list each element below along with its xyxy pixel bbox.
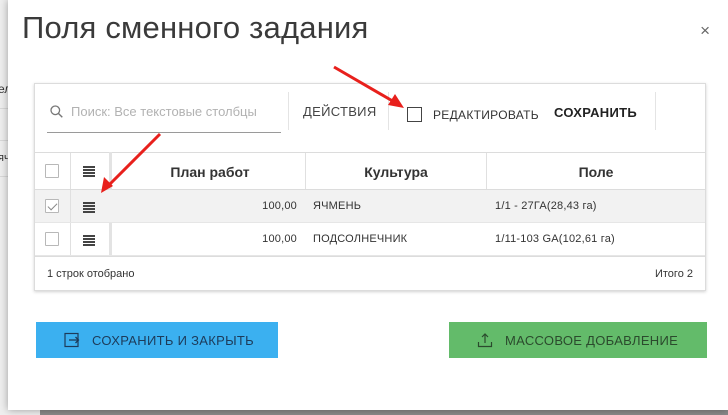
column-divider (70, 153, 71, 189)
close-icon[interactable]: × (700, 22, 710, 39)
cell-field: 1/11-103 GA(102,61 га) (495, 233, 615, 245)
grid-header-row: План работ Культура Поле (35, 152, 705, 190)
cell-plan: 100,00 (262, 233, 297, 245)
column-header-plan[interactable]: План работ (115, 164, 305, 180)
toolbar-divider (288, 92, 289, 130)
save-and-close-label: СОХРАНИТЬ И ЗАКРЫТЬ (92, 333, 254, 348)
menu-lines-icon[interactable] (83, 166, 95, 177)
column-divider (70, 223, 71, 255)
upload-icon (477, 333, 493, 348)
column-divider (70, 190, 71, 222)
fields-grid: ДЕЙСТВИЯ РЕДАКТИРОВАТЬ СОХРАНИТЬ План ра… (34, 83, 706, 291)
select-all-checkbox[interactable] (45, 164, 59, 178)
row-checkbox[interactable] (45, 199, 59, 213)
selected-count-text: 1 строк отобрано (47, 268, 135, 280)
grid-toolbar: ДЕЙСТВИЯ РЕДАКТИРОВАТЬ СОХРАНИТЬ (35, 84, 705, 152)
edit-checkbox-label: РЕДАКТИРОВАТЬ (433, 108, 539, 122)
mass-add-button[interactable]: МАССОВОЕ ДОБАВЛЕНИЕ (449, 322, 707, 358)
shift-task-fields-dialog: Поля сменного задания × ДЕЙСТВИЯ РЕДАКТИ… (8, 0, 728, 410)
cell-field: 1/1 - 27ГА(28,43 га) (495, 200, 597, 212)
cell-plan: 100,00 (262, 200, 297, 212)
total-count-text: Итого 2 (654, 268, 693, 280)
save-and-close-button[interactable]: СОХРАНИТЬ И ЗАКРЫТЬ (36, 322, 278, 358)
table-row[interactable]: 100,00 ПОДСОЛНЕЧНИК 1/11-103 GA(102,61 г… (35, 223, 705, 256)
exit-to-app-icon (64, 332, 80, 348)
dialog-title: Поля сменного задания (22, 10, 369, 45)
menu-lines-icon[interactable] (83, 202, 95, 213)
toolbar-divider (388, 92, 389, 130)
menu-lines-icon[interactable] (83, 235, 95, 246)
actions-button[interactable]: ДЕЙСТВИЯ (303, 104, 377, 119)
save-button[interactable]: СОХРАНИТЬ (554, 105, 637, 120)
toolbar-divider (655, 92, 656, 130)
column-header-field[interactable]: Поле (487, 164, 705, 180)
edit-checkbox[interactable] (407, 107, 422, 122)
cell-culture: ЯЧМЕНЬ (313, 200, 362, 212)
search-input[interactable] (71, 100, 279, 122)
table-row[interactable]: 100,00 ЯЧМЕНЬ 1/1 - 27ГА(28,43 га) (35, 190, 705, 223)
search-icon (50, 105, 63, 118)
mass-add-label: МАССОВОЕ ДОБАВЛЕНИЕ (505, 333, 679, 348)
grid-footer: 1 строк отобрано Итого 2 (35, 256, 705, 290)
row-checkbox[interactable] (45, 232, 59, 246)
search-underline (47, 132, 281, 133)
cell-culture: ПОДСОЛНЕЧНИК (313, 233, 408, 245)
column-header-culture[interactable]: Культура (306, 164, 486, 180)
